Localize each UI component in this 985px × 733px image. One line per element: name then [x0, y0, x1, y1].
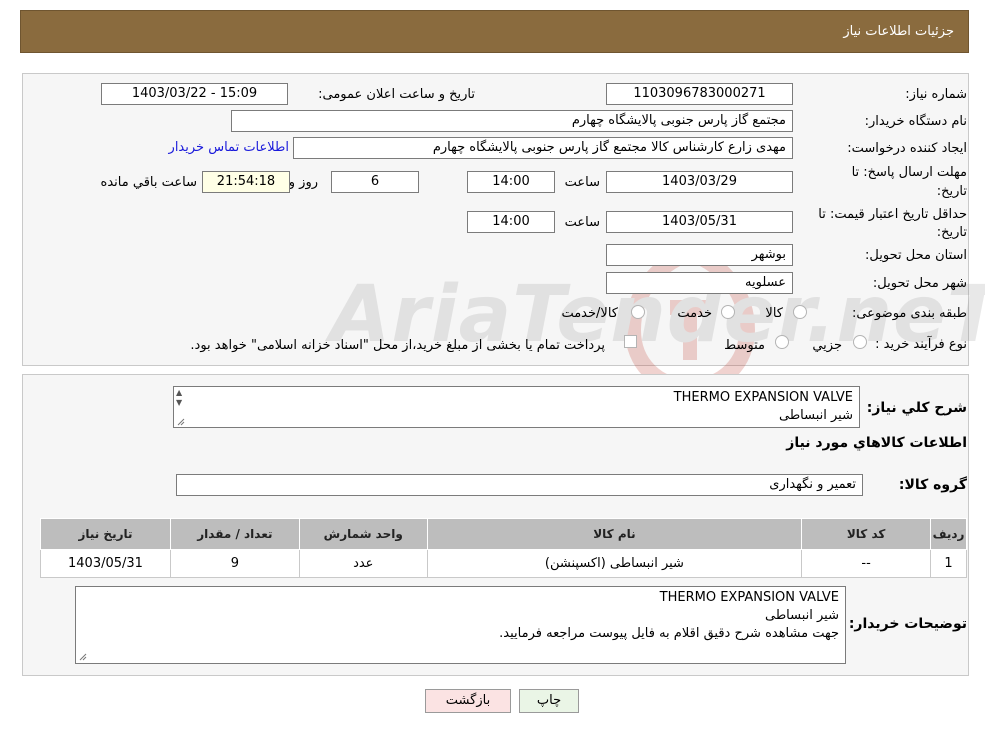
back-button[interactable]: بازگشت	[425, 689, 511, 713]
creator-label: ایجاد کننده درخواست:	[847, 141, 967, 156]
scroll-down-icon[interactable]: ▼	[176, 399, 182, 407]
category-service-label: خدمت	[677, 306, 712, 321]
category-goods-label: کالا	[765, 306, 783, 321]
items-section-title: اطلاعات کالاهاي مورد نياز	[786, 435, 967, 451]
province-field: بوشهر	[606, 244, 793, 266]
page-title: جزئیات اطلاعات نیاز	[843, 24, 954, 39]
col-row-header: ردیف	[930, 518, 967, 550]
table-row: 1 -- شیر انبساطی (اکسپنشن) عدد 9 1403/05…	[40, 549, 967, 578]
category-service-radio[interactable]	[721, 305, 735, 319]
product-group-field: تعمیر و نگهداری	[176, 474, 863, 496]
col-date-header: تاریخ نیاز	[40, 518, 171, 550]
cell-code: --	[801, 549, 932, 578]
process-minor-label: جزیي	[812, 338, 842, 353]
need-number-label: شماره نیاز:	[905, 87, 967, 102]
items-table-header: ردیف کد کالا نام کالا واحد شمارش تعداد /…	[40, 518, 967, 550]
cell-qty: 9	[169, 549, 300, 578]
summary-line-1: THERMO EXPANSION VALVE	[673, 390, 853, 405]
category-goods-service-radio[interactable]	[631, 305, 645, 319]
product-group-label: گروه کالا:	[898, 477, 967, 493]
remaining-days-field: 6	[331, 171, 419, 193]
category-goods-radio[interactable]	[793, 305, 807, 319]
page-header: جزئیات اطلاعات نیاز	[20, 10, 969, 53]
summary-label: شرح كلي نياز:	[866, 400, 967, 416]
process-medium-label: متوسط	[724, 338, 765, 353]
price-time-field: 14:00	[467, 211, 555, 233]
notes-resize-grip-icon[interactable]	[77, 651, 87, 661]
reply-time-field: 14:00	[467, 171, 555, 193]
days-label: روز و	[288, 175, 318, 190]
cell-row: 1	[930, 549, 967, 578]
process-minor-radio[interactable]	[853, 335, 867, 349]
price-time-label: ساعت	[564, 215, 600, 230]
remaining-label: ساعت باقي مانده	[100, 175, 197, 190]
col-name-header: نام کالا	[426, 518, 803, 550]
remaining-time-field: 21:54:18	[202, 171, 290, 193]
col-code-header: کد کالا	[801, 518, 932, 550]
announce-datetime-label: تاریخ و ساعت اعلان عمومی:	[318, 87, 475, 102]
cell-unit: عدد	[298, 549, 428, 578]
col-qty-header: تعداد / مقدار	[169, 518, 300, 550]
price-date-field: 1403/05/31	[606, 211, 793, 233]
watermark: AriaTender.neT	[195, 244, 985, 396]
buyer-notes-label: توضیحات خریدار:	[848, 616, 967, 632]
buyer-notes-line-2: شیر انبساطی	[764, 608, 839, 623]
province-label: استان محل تحویل:	[865, 248, 967, 263]
process-medium-radio[interactable]	[775, 335, 789, 349]
price-validity-label-2: تاریخ:	[936, 225, 967, 240]
summary-textarea[interactable]: THERMO EXPANSION VALVE شیر انبساطی	[173, 386, 860, 428]
col-unit-header: واحد شمارش	[298, 518, 428, 550]
buyer-notes-textarea[interactable]: THERMO EXPANSION VALVE شیر انبساطی جهت م…	[75, 586, 846, 664]
announce-datetime-field: 1403/03/22 - 15:09	[101, 83, 288, 105]
buyer-notes-line-3: جهت مشاهده شرح دقیق اقلام به فایل پیوست …	[499, 626, 839, 641]
buyer-org-field: مجتمع گاز پارس جنوبی پالایشگاه چهارم	[231, 110, 793, 132]
resize-grip-icon[interactable]	[175, 416, 185, 426]
items-table: ردیف کد کالا نام کالا واحد شمارش تعداد /…	[40, 518, 967, 578]
category-label: طبقه بندی موضوعی:	[851, 306, 967, 321]
city-label: شهر محل تحویل:	[872, 276, 967, 291]
print-button[interactable]: چاپ	[519, 689, 579, 713]
cell-name: شیر انبساطی (اکسپنشن)	[426, 549, 803, 578]
buyer-notes-line-1: THERMO EXPANSION VALVE	[659, 590, 839, 605]
process-label: نوع فرآیند خرید :	[875, 337, 967, 352]
buyer-org-label: نام دستگاه خریدار:	[864, 114, 967, 129]
need-number-field: 1103096783000271	[606, 83, 793, 105]
summary-line-2: شیر انبساطی	[778, 408, 853, 423]
price-validity-label: حداقل تاریخ اعتبار قیمت: تا	[818, 207, 967, 222]
reply-time-label: ساعت	[564, 175, 600, 190]
treasury-checkbox[interactable]	[624, 335, 637, 348]
buyer-contact-link[interactable]: اطلاعات تماس خریدار	[169, 140, 289, 155]
cell-date: 1403/05/31	[40, 549, 171, 578]
reply-deadline-label: مهلت ارسال پاسخ: تا	[851, 165, 967, 180]
reply-deadline-label-2: تاریخ:	[936, 184, 967, 199]
payment-note: پرداخت تمام یا بخشی از مبلغ خرید،از محل …	[190, 338, 605, 353]
creator-field: مهدی زارع کارشناس کالا مجتمع گاز پارس جن…	[293, 137, 793, 159]
reply-date-field: 1403/03/29	[606, 171, 793, 193]
scroll-up-icon[interactable]: ▲	[176, 389, 182, 397]
category-goods-service-label: کالا/خدمت	[561, 306, 618, 321]
city-field: عسلویه	[606, 272, 793, 294]
